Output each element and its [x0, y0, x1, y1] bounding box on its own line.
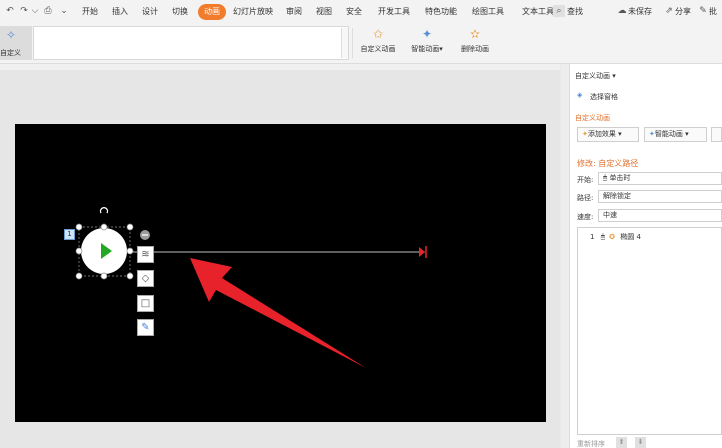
motion-path-end-icon	[419, 246, 427, 258]
mouse-icon: 🖱	[603, 174, 608, 182]
mouse-trigger-icon: 🖱	[600, 233, 605, 241]
speed-select[interactable]: 中速	[598, 209, 722, 222]
start-label: 开始:	[577, 176, 594, 184]
add-effect-label: 添加效果	[587, 130, 616, 138]
path-effect-icon: ✪	[609, 233, 616, 241]
start-select[interactable]: 🖱 单击时	[598, 172, 722, 185]
speed-label: 速度:	[577, 213, 594, 221]
move-down-icon[interactable]: ⬇	[635, 437, 646, 448]
modify-heading: 修改: 自定义路径	[577, 159, 639, 168]
pane-title[interactable]: 自定义动画 ▾	[575, 71, 616, 81]
select-pane-link[interactable]: 选择窗格	[590, 92, 618, 102]
rotate-handle-icon	[99, 207, 109, 214]
shape-fill-tool-button[interactable]: ◇	[137, 270, 154, 287]
speed-value: 中速	[603, 211, 617, 219]
reorder-label: 重新排序	[577, 440, 605, 448]
animation-order-number: 1	[67, 230, 72, 238]
list-item-name: 椭圆 4	[620, 233, 641, 241]
animation-order-badge: 1	[64, 229, 75, 240]
edit-tool-button[interactable]: ✎	[137, 319, 154, 336]
smart-animation-pane-button[interactable]: ✦智能动画 ▾	[644, 127, 707, 142]
move-up-icon[interactable]: ⬆	[616, 437, 627, 448]
pane-section-title: 自定义动画	[575, 114, 610, 122]
select-pane-icon: ◈	[577, 91, 583, 99]
path-select[interactable]: 解除锁定	[598, 190, 722, 203]
list-item[interactable]: 1 🖱 ✪ 椭圆 4	[580, 231, 721, 244]
list-item-index: 1	[590, 233, 595, 241]
pane-title-label: 自定义动画	[575, 72, 610, 80]
delete-effect-button[interactable]	[711, 127, 722, 142]
start-value: 单击时	[609, 174, 631, 182]
shape-outline-tool-button[interactable]: □	[137, 295, 154, 312]
path-label: 路径:	[577, 194, 594, 202]
add-effect-button[interactable]: ✦添加效果 ▾	[577, 127, 639, 142]
smart-animation-pane-label: 智能动画	[654, 130, 683, 138]
animation-list[interactable]: 1 🖱 ✪ 椭圆 4	[577, 227, 722, 435]
layers-tool-button[interactable]: ≋	[137, 246, 154, 263]
annotation-arrow	[190, 258, 366, 368]
path-value: 解除锁定	[603, 192, 631, 200]
pane-scrollbar[interactable]	[561, 64, 570, 448]
